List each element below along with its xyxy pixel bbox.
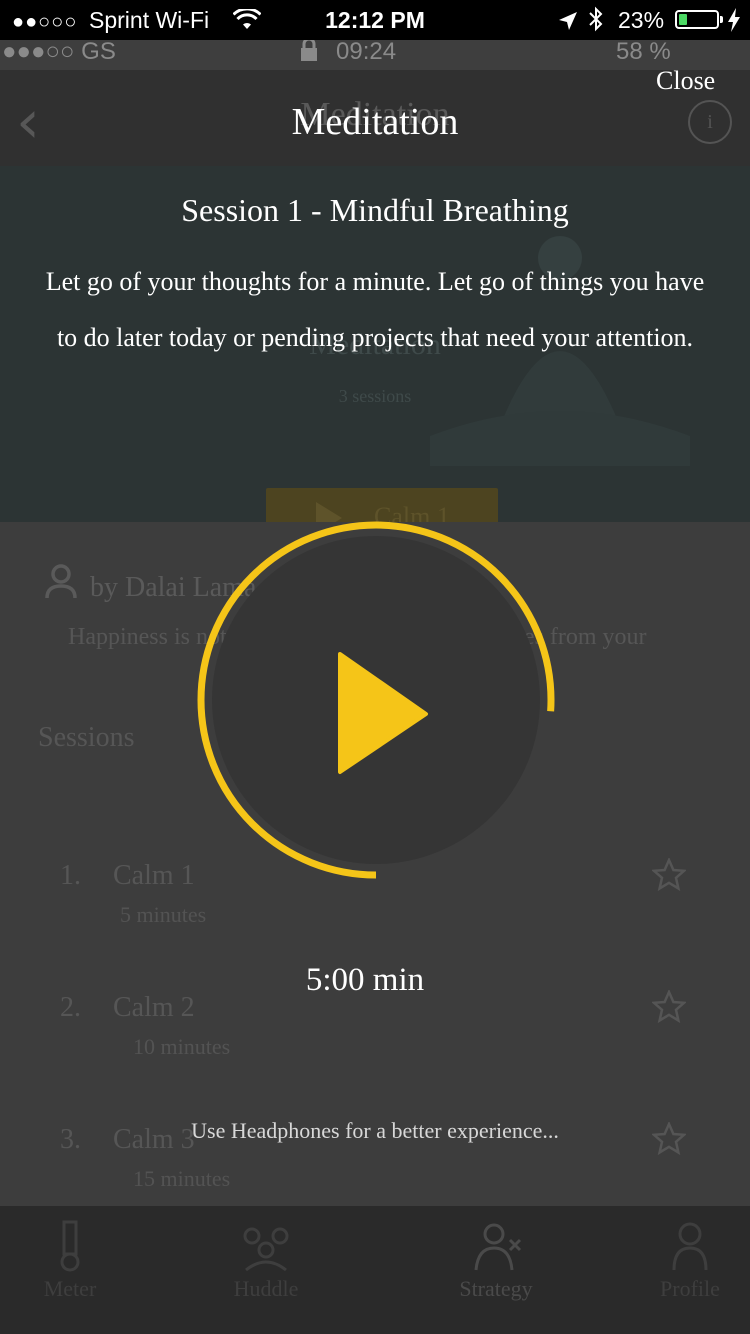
session-description: Let go of your thoughts for a minute. Le… bbox=[45, 267, 705, 352]
session-title: Session 1 - Mindful Breathing bbox=[181, 192, 569, 228]
background-play-icon bbox=[316, 502, 342, 522]
strategy-icon bbox=[474, 1223, 522, 1271]
session-duration: 5 minutes bbox=[120, 902, 207, 927]
tab-label: Meter bbox=[43, 1276, 97, 1301]
tab-huddle: Huddle bbox=[196, 1220, 336, 1302]
meter-icon bbox=[60, 1220, 80, 1272]
session-name: Calm 1 bbox=[113, 860, 195, 891]
battery-percent: 23% bbox=[618, 7, 665, 33]
tab-strategy: Strategy bbox=[426, 1220, 566, 1302]
background-sessions-heading: Sessions bbox=[38, 722, 135, 753]
tab-label: Huddle bbox=[233, 1276, 299, 1301]
person-icon bbox=[44, 564, 78, 605]
duration-label: 5:00 min bbox=[305, 962, 425, 998]
background-time: 09:24 bbox=[336, 38, 397, 65]
tab-label: Strategy bbox=[459, 1276, 533, 1301]
battery-nub bbox=[720, 16, 723, 23]
modal-title: Meditation bbox=[291, 101, 459, 143]
tab-meter: Meter bbox=[0, 1220, 140, 1302]
background-lock-icon bbox=[300, 37, 318, 69]
background-status-bar: ●●●○○ GS 09:24 58 % bbox=[0, 37, 750, 70]
background-play-label: Calm 1 bbox=[374, 502, 450, 522]
headphones-hint: Use Headphones for a better experience..… bbox=[191, 1118, 559, 1143]
background-session-row: 2. Calm 2 10 minutes bbox=[0, 988, 750, 1112]
background-battery: 58 % bbox=[616, 38, 671, 65]
background-signal: ●●●○○ GS bbox=[2, 38, 116, 65]
huddle-icon bbox=[243, 1227, 289, 1272]
status-bar: ●●○○○ Sprint Wi-Fi 12:12 PM 23% bbox=[0, 0, 750, 40]
battery-icon bbox=[675, 10, 719, 29]
tab-profile: Profile bbox=[620, 1220, 750, 1302]
profile-icon bbox=[672, 1222, 708, 1271]
bluetooth-icon bbox=[588, 6, 604, 38]
progress-ring bbox=[197, 521, 555, 879]
session-duration: 15 minutes bbox=[133, 1166, 231, 1191]
session-number: 1. bbox=[60, 860, 81, 891]
play-button[interactable] bbox=[196, 520, 556, 880]
background-play-button: Calm 1 bbox=[266, 488, 498, 522]
session-duration: 10 minutes bbox=[133, 1034, 231, 1059]
background-tab-bar: Meter Huddle Strategy Profile bbox=[0, 1206, 750, 1334]
tab-label: Profile bbox=[660, 1276, 720, 1301]
charging-bolt-icon bbox=[727, 8, 741, 38]
star-icon bbox=[650, 856, 688, 897]
close-button[interactable]: Close bbox=[656, 66, 715, 96]
background-hero-subtitle: 3 sessions bbox=[338, 386, 412, 406]
location-arrow-icon bbox=[558, 9, 578, 37]
